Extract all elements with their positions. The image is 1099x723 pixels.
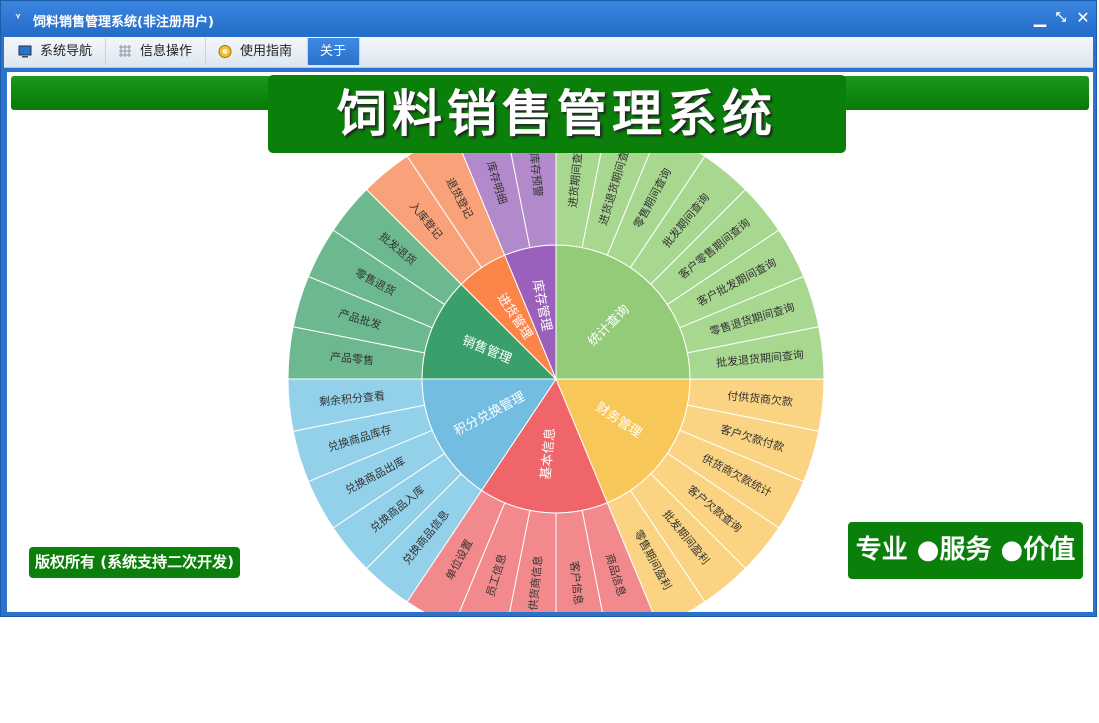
minimize-icon[interactable]: ▁ (1031, 9, 1049, 27)
page-title: 饲料销售管理系统 (268, 75, 846, 153)
guide-icon (218, 45, 232, 58)
tab-system-nav[interactable]: 系统导航 (6, 38, 106, 65)
tab-user-guide[interactable]: 使用指南 (206, 38, 308, 65)
app-window: ᵞ 饲料销售管理系统(非注册用户) ▁ ⤡ ✕ 系统导航 信息操作 使用指南 关… (0, 0, 1097, 617)
slogan-badge: 专业 ●服务 ●价值 (848, 522, 1083, 579)
window-title: 饲料销售管理系统(非注册用户) (33, 15, 214, 30)
tab-about[interactable]: 关于 (308, 38, 360, 65)
grid-icon (119, 45, 131, 57)
tab-info-ops[interactable]: 信息操作 (106, 38, 206, 65)
close-icon[interactable]: ✕ (1074, 9, 1092, 27)
tab-label: 关于 (320, 44, 347, 59)
tab-label: 使用指南 (240, 44, 293, 59)
title-bar[interactable]: ᵞ 饲料销售管理系统(非注册用户) ▁ ⤡ ✕ (1, 1, 1096, 37)
tab-label: 系统导航 (40, 44, 93, 59)
main-panel: 统计查询 进货期间查询 进货退货期间查询 零售期间查询 批发期间查询 客户零售期间查询 客户… (6, 71, 1094, 613)
restore-icon[interactable]: ⤡ (1052, 9, 1070, 27)
tab-label: 信息操作 (140, 44, 193, 59)
copyright-badge: 版权所有 (系统支持二次开发) (29, 547, 240, 578)
tab-bar: 系统导航 信息操作 使用指南 关于 (4, 37, 1093, 68)
app-logo-icon: ᵞ (15, 11, 21, 24)
monitor-icon (18, 45, 32, 58)
